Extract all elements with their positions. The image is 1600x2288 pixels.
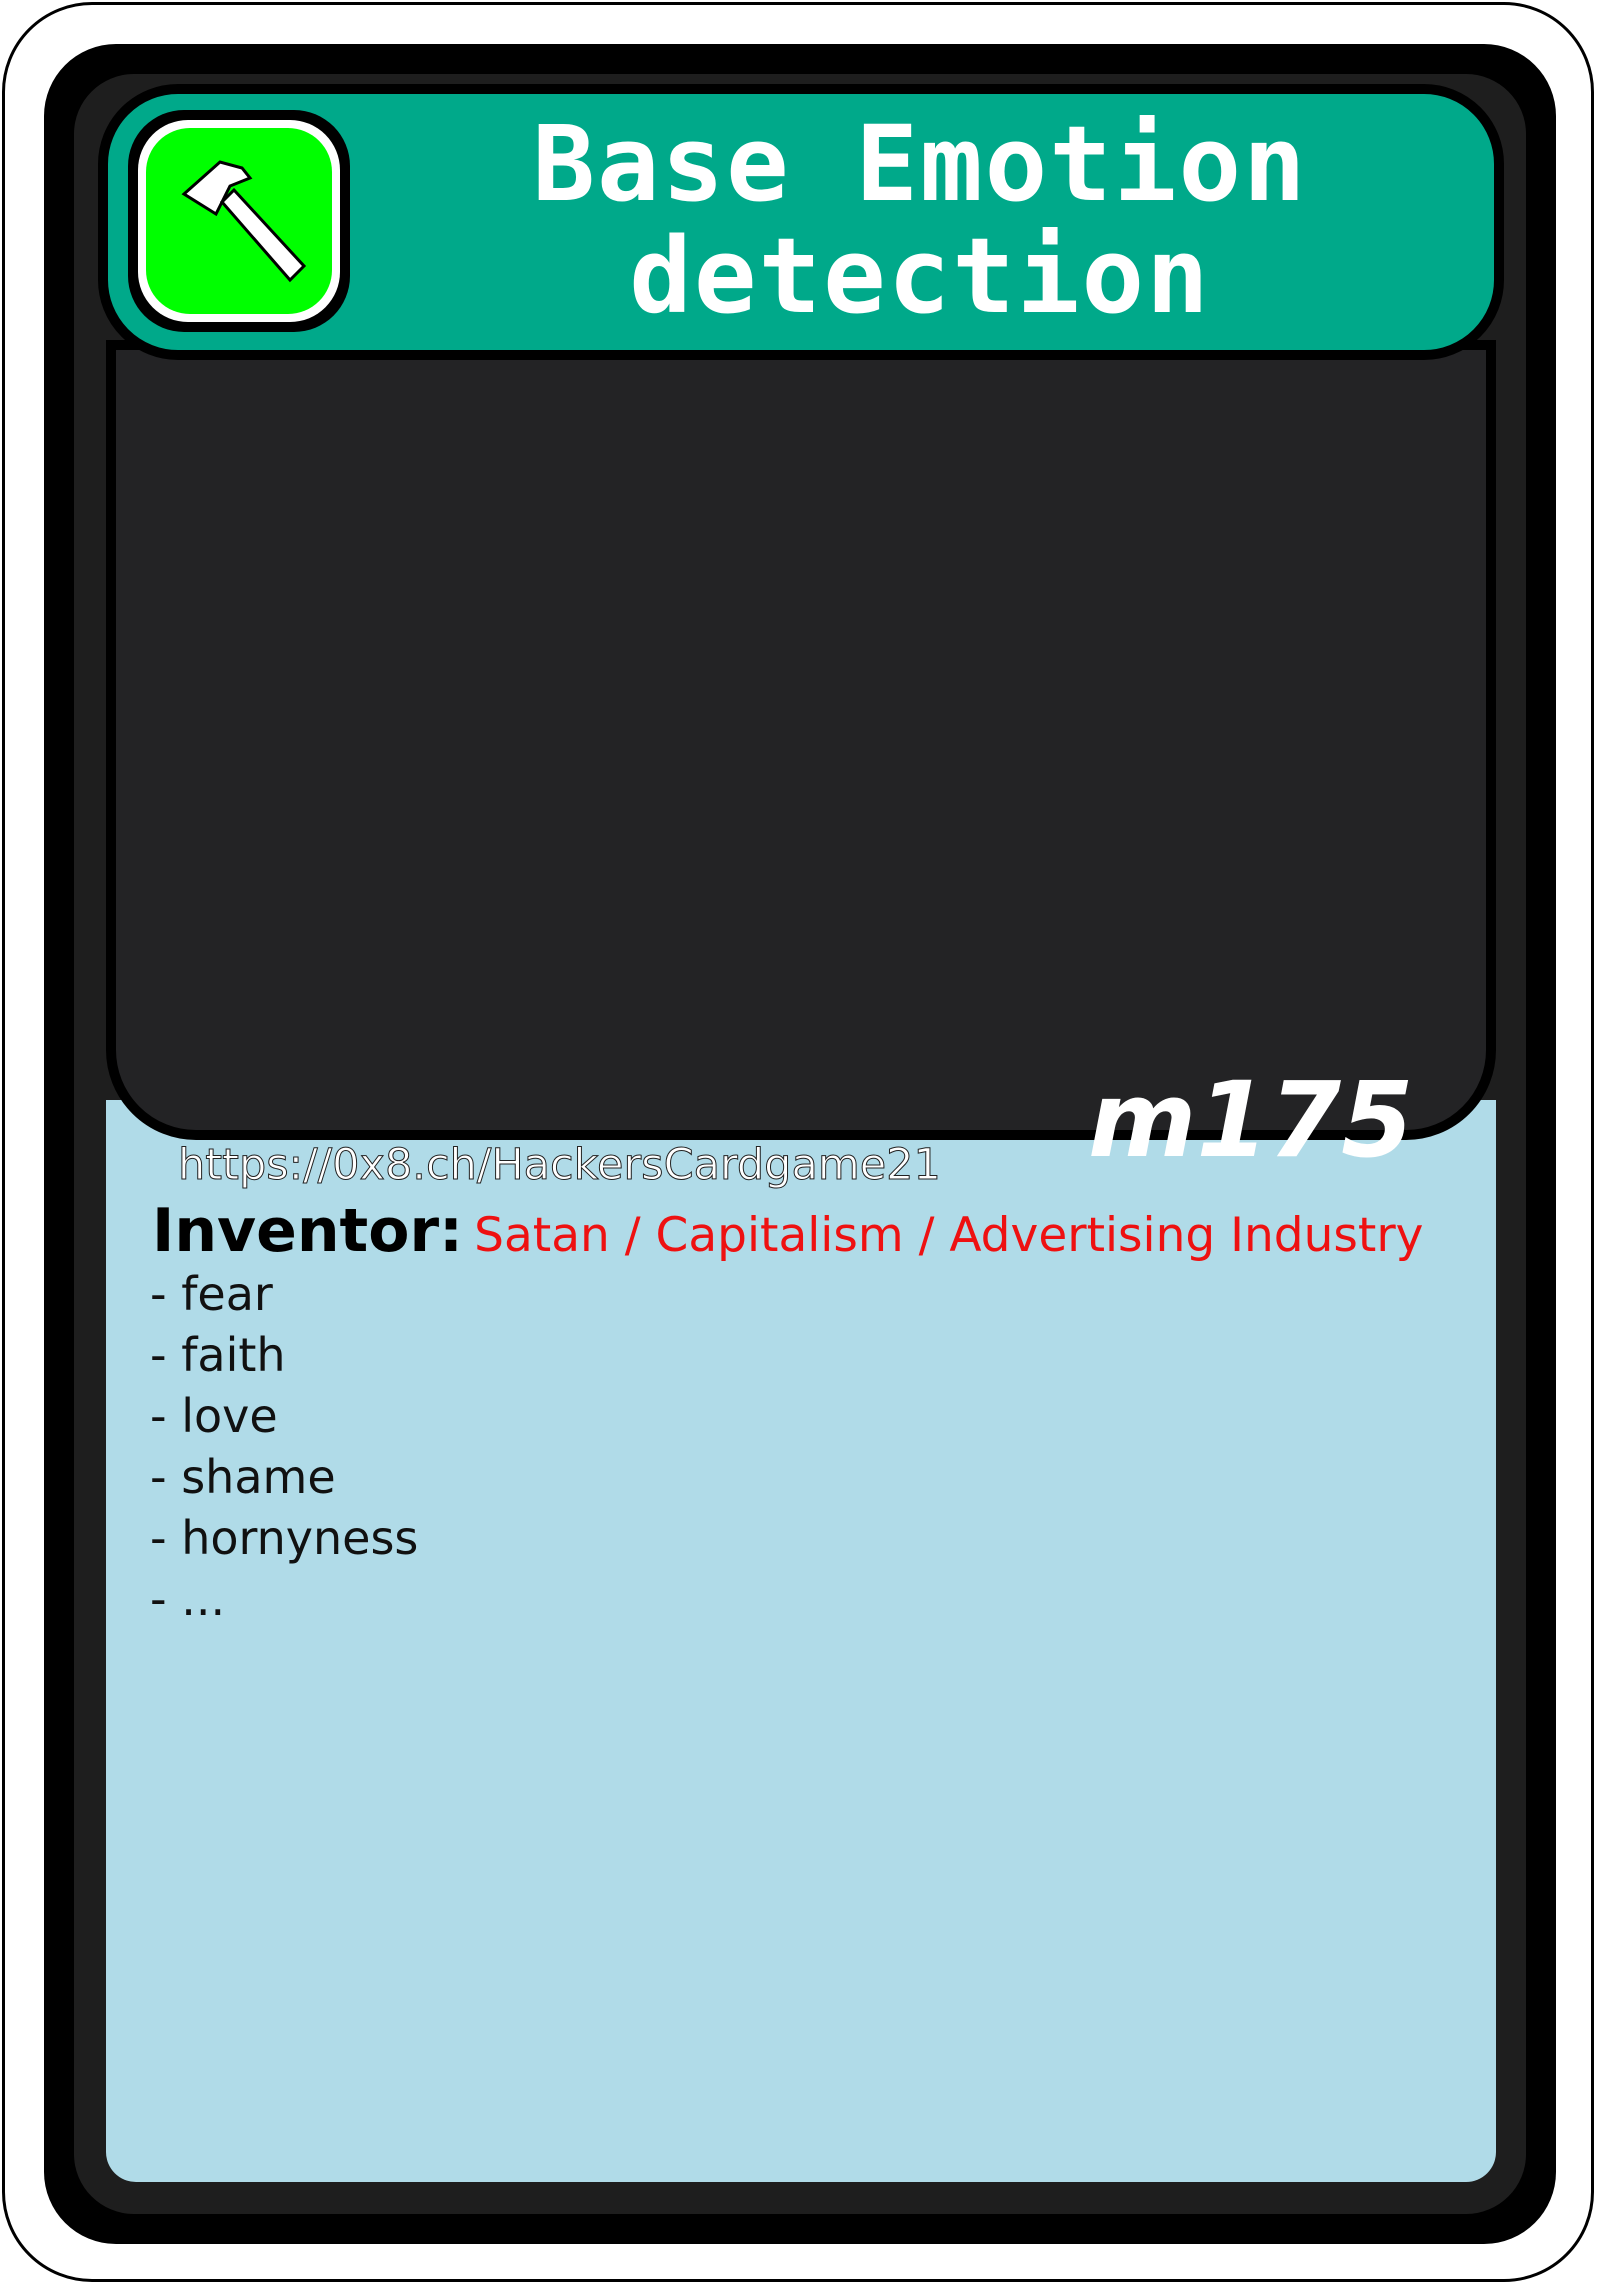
card-id: m175: [1088, 1059, 1414, 1181]
list-item: - faith: [150, 1328, 286, 1382]
list-item: - ...: [150, 1572, 226, 1626]
card-url: https://0x8.ch/HackersCardgame21: [178, 1140, 942, 1191]
card-title-line1: Base Emotion: [532, 103, 1308, 225]
card-art-area: [106, 340, 1496, 1140]
card-title: Base Emotion detection: [380, 108, 1460, 332]
inventor-label: Inventor:: [152, 1196, 464, 1266]
category-badge: [128, 110, 350, 332]
card-title-line2: detection: [629, 215, 1211, 337]
list-item: - love: [150, 1389, 278, 1443]
hammer-icon: [181, 160, 307, 283]
inventor-value: Satan / Capitalism / Advertising Industr…: [474, 1208, 1424, 1263]
list-item: - hornyness: [150, 1511, 419, 1565]
inventor-line: Inventor: Satan / Capitalism / Advertisi…: [152, 1196, 1492, 1266]
list-item: - fear: [150, 1267, 273, 1321]
emotion-list: - fear - faith - love - shame - hornynes…: [150, 1264, 418, 1630]
list-item: - shame: [150, 1450, 336, 1504]
